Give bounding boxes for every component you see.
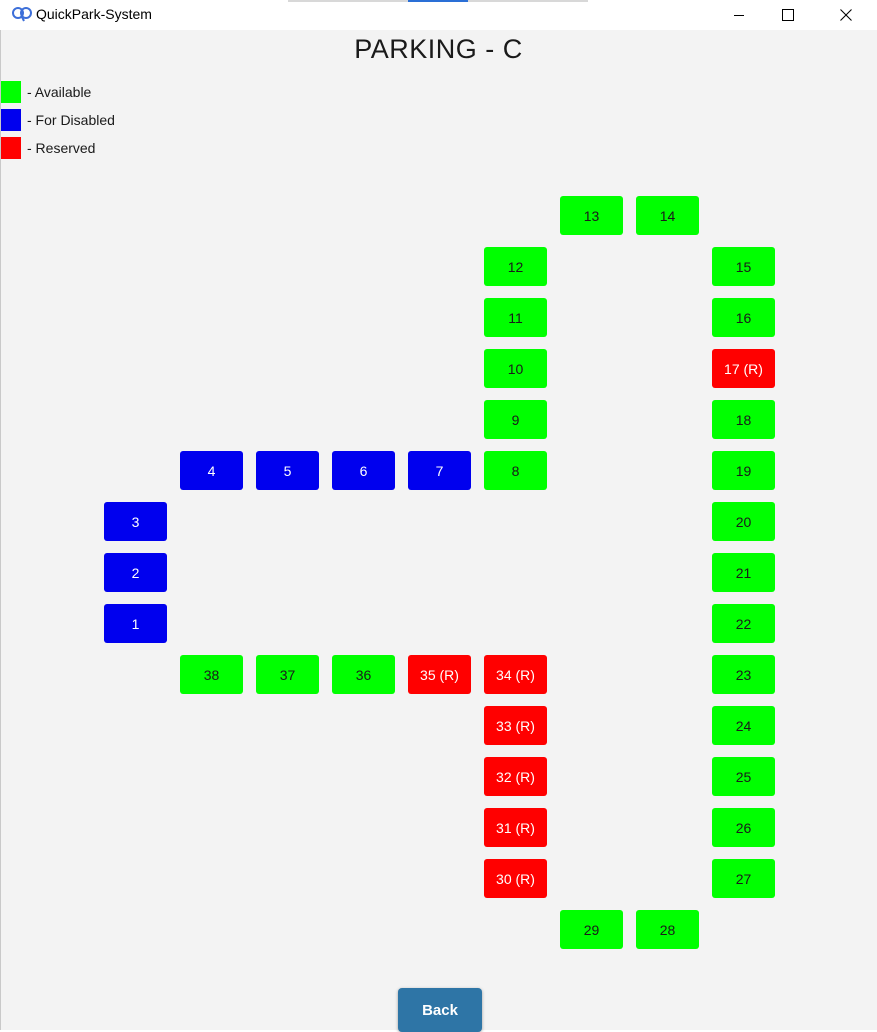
parking-slot-3[interactable]: 3 <box>104 502 167 541</box>
close-icon <box>840 9 852 21</box>
parking-slot-29[interactable]: 29 <box>560 910 623 949</box>
parking-slot-8[interactable]: 8 <box>484 451 547 490</box>
parking-slot-31[interactable]: 31 (R) <box>484 808 547 847</box>
parking-slot-21[interactable]: 21 <box>712 553 775 592</box>
parking-slot-7[interactable]: 7 <box>408 451 471 490</box>
parking-slot-16[interactable]: 16 <box>712 298 775 337</box>
legend-label-disabled: - For Disabled <box>27 112 115 128</box>
parking-slot-37[interactable]: 37 <box>256 655 319 694</box>
parking-slot-11[interactable]: 11 <box>484 298 547 337</box>
parking-slot-27[interactable]: 27 <box>712 859 775 898</box>
parking-slot-28[interactable]: 28 <box>636 910 699 949</box>
parking-slot-13[interactable]: 13 <box>560 196 623 235</box>
minimize-button[interactable] <box>715 0 763 30</box>
window-title: QuickPark-System <box>36 6 152 22</box>
parking-slot-1[interactable]: 1 <box>104 604 167 643</box>
parking-slot-17[interactable]: 17 (R) <box>712 349 775 388</box>
parking-slot-18[interactable]: 18 <box>712 400 775 439</box>
legend-swatch-reserved <box>1 137 21 159</box>
parking-slot-4[interactable]: 4 <box>180 451 243 490</box>
parking-slot-33[interactable]: 33 (R) <box>484 706 547 745</box>
main-content: PARKING - C - Available - For Disabled -… <box>0 30 877 1032</box>
titlebar-accent-line <box>288 0 408 2</box>
back-button[interactable]: Back <box>398 988 482 1032</box>
legend-swatch-available <box>1 81 21 103</box>
legend-swatch-disabled <box>1 109 21 131</box>
parking-slot-22[interactable]: 22 <box>712 604 775 643</box>
parking-slot-2[interactable]: 2 <box>104 553 167 592</box>
minimize-icon <box>734 15 744 16</box>
close-button[interactable] <box>822 0 870 30</box>
maximize-icon <box>782 9 794 21</box>
app-window: QuickPark-System PARKING - C - Available… <box>0 0 877 1032</box>
quickpark-logo-icon <box>12 7 32 22</box>
titlebar-accent-line <box>468 0 588 2</box>
parking-slot-36[interactable]: 36 <box>332 655 395 694</box>
parking-slot-20[interactable]: 20 <box>712 502 775 541</box>
titlebar-accent-line-active <box>408 0 468 2</box>
window-border <box>0 30 1 1030</box>
parking-slot-5[interactable]: 5 <box>256 451 319 490</box>
title-bar[interactable]: QuickPark-System <box>0 0 877 31</box>
parking-slot-14[interactable]: 14 <box>636 196 699 235</box>
page-title: PARKING - C <box>354 34 523 64</box>
legend-label-available: - Available <box>27 84 92 100</box>
parking-slot-6[interactable]: 6 <box>332 451 395 490</box>
parking-slot-12[interactable]: 12 <box>484 247 547 286</box>
legend-label-reserved: - Reserved <box>27 140 96 156</box>
parking-slot-30[interactable]: 30 (R) <box>484 859 547 898</box>
parking-slot-10[interactable]: 10 <box>484 349 547 388</box>
parking-slot-35[interactable]: 35 (R) <box>408 655 471 694</box>
parking-slot-24[interactable]: 24 <box>712 706 775 745</box>
parking-slot-26[interactable]: 26 <box>712 808 775 847</box>
parking-slot-15[interactable]: 15 <box>712 247 775 286</box>
parking-slot-19[interactable]: 19 <box>712 451 775 490</box>
maximize-button[interactable] <box>764 0 812 30</box>
parking-slot-34[interactable]: 34 (R) <box>484 655 547 694</box>
parking-slot-32[interactable]: 32 (R) <box>484 757 547 796</box>
parking-slot-25[interactable]: 25 <box>712 757 775 796</box>
parking-slot-38[interactable]: 38 <box>180 655 243 694</box>
parking-slot-23[interactable]: 23 <box>712 655 775 694</box>
parking-slot-9[interactable]: 9 <box>484 400 547 439</box>
